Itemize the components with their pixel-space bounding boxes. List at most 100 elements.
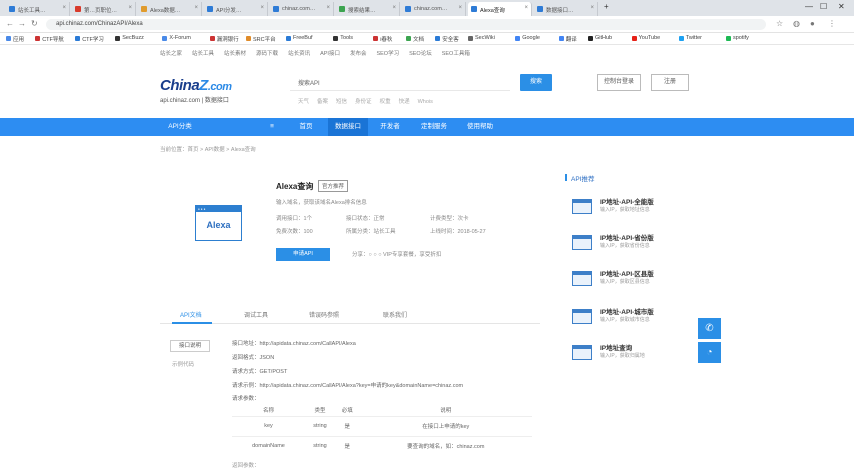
- tab-close-icon[interactable]: ×: [326, 5, 330, 11]
- site-logo[interactable]: ChinaZ.com api.chinaz.com | 数据接口: [160, 77, 232, 104]
- leftnav-interface-desc[interactable]: 接口说明: [170, 340, 210, 352]
- tab-close-icon[interactable]: ×: [524, 5, 528, 11]
- bookmark-item[interactable]: 文档: [406, 35, 424, 43]
- profile-icon[interactable]: ●: [810, 19, 815, 28]
- browser-tab[interactable]: Alexa查询 ×: [468, 2, 532, 16]
- tab-close-icon[interactable]: ×: [392, 5, 396, 11]
- back-icon[interactable]: ←: [6, 19, 14, 28]
- bookmark-item[interactable]: 漏洞银行: [209, 35, 239, 43]
- browser-tab[interactable]: 站长工具… ×: [6, 2, 70, 16]
- browser-tab[interactable]: 第…页职位… ×: [72, 2, 136, 16]
- nav-item[interactable]: 开发者: [372, 118, 408, 136]
- star-icon[interactable]: ☆: [776, 19, 783, 28]
- hot-keyword[interactable]: 快递: [399, 99, 410, 105]
- hot-keyword[interactable]: 天气: [298, 99, 309, 105]
- console-login-button[interactable]: 控制台登录: [597, 74, 641, 91]
- bookmark-item[interactable]: X-Forum: [162, 35, 191, 41]
- top-link[interactable]: 站长素材: [224, 51, 246, 57]
- recommend-item[interactable]: IP地址-API-城市版 输入IP，获取城市信息: [572, 306, 682, 330]
- bookmark-item[interactable]: Twitter: [678, 35, 702, 41]
- nav-item[interactable]: 定制服务: [412, 118, 456, 136]
- tab-close-icon[interactable]: ×: [260, 5, 264, 11]
- top-link[interactable]: 发布会: [350, 51, 367, 57]
- bookmark-item[interactable]: GitHub: [588, 35, 612, 41]
- browser-tab[interactable]: chinaz.com… ×: [270, 2, 334, 16]
- extension-icon[interactable]: ◍: [793, 19, 800, 28]
- maximize-icon[interactable]: ☐: [820, 2, 827, 11]
- detail-tab[interactable]: API文档: [180, 310, 202, 319]
- recommend-item[interactable]: IP地址-API-区县版 输入IP，获取区县信息: [572, 268, 682, 292]
- bookmark-item[interactable]: SRC平台: [246, 35, 276, 43]
- detail-tab[interactable]: 联系我们: [383, 310, 407, 319]
- menu-icon[interactable]: ⋮: [828, 19, 836, 28]
- close-window-icon[interactable]: ✕: [838, 2, 845, 11]
- bookmark-item[interactable]: 应用: [6, 35, 24, 43]
- bookmark-item[interactable]: 安全客: [435, 35, 459, 43]
- bookmark-item[interactable]: CTF学习: [75, 35, 104, 43]
- top-link[interactable]: API接口: [320, 51, 340, 57]
- breadcrumb: 当前位置：首页 > API数据 > Alexa查询: [160, 147, 256, 153]
- top-link[interactable]: 站长之家: [160, 51, 182, 57]
- browser-tab[interactable]: chinaz.com… ×: [402, 2, 466, 16]
- new-tab-icon[interactable]: +: [604, 2, 609, 11]
- bookmark-item[interactable]: YouTube: [631, 35, 660, 41]
- active-tab-indicator: [172, 322, 212, 324]
- top-link[interactable]: SEO工具箱: [442, 51, 470, 57]
- tab-close-icon[interactable]: ×: [194, 5, 198, 11]
- top-link[interactable]: 站长工具: [192, 51, 214, 57]
- detail-tab[interactable]: 调试工具: [244, 310, 268, 319]
- nav-item[interactable]: 首页: [290, 118, 322, 136]
- recommend-item[interactable]: IP地址查询 输入IP，获取归属地: [572, 342, 682, 366]
- bookmark-item[interactable]: FreeBuf: [286, 35, 313, 41]
- tab-favicon-icon: [141, 6, 147, 12]
- bookmark-item[interactable]: SecWiki: [468, 35, 495, 41]
- minimize-icon[interactable]: —: [805, 2, 813, 11]
- hot-keyword[interactable]: 短信: [336, 99, 347, 105]
- recommend-desc: 输入IP，获取省份信息: [600, 243, 650, 249]
- hot-keyword[interactable]: 权重: [380, 99, 391, 105]
- hot-keyword[interactable]: Whois: [418, 99, 433, 105]
- browser-tab[interactable]: API分发… ×: [204, 2, 268, 16]
- search-button[interactable]: 搜索: [520, 74, 552, 91]
- nav-item[interactable]: 数据接口: [328, 118, 368, 136]
- recommend-item[interactable]: IP地址-API-省份版 输入IP，获取省份信息: [572, 232, 682, 256]
- tab-close-icon[interactable]: ×: [590, 5, 594, 11]
- hot-keyword[interactable]: 备案: [317, 99, 328, 105]
- bookmark-item[interactable]: Google: [515, 35, 540, 41]
- search-input[interactable]: 搜索API: [290, 76, 510, 91]
- apply-api-button[interactable]: 申请API: [276, 248, 330, 261]
- bookmark-item[interactable]: i春秋: [373, 35, 392, 43]
- top-link[interactable]: 站长资讯: [288, 51, 310, 57]
- top-link[interactable]: SEO学习: [376, 51, 399, 57]
- bookmark-item[interactable]: 翻译: [558, 35, 577, 43]
- reload-icon[interactable]: ↻: [31, 19, 38, 28]
- nav-item[interactable]: 使用帮助: [458, 118, 502, 136]
- tab-close-icon[interactable]: ×: [128, 5, 132, 11]
- wechat-icon[interactable]: ◔: [698, 342, 721, 363]
- browser-tab[interactable]: Alexa数据… ×: [138, 2, 202, 16]
- tab-underline: [160, 323, 540, 324]
- forward-icon[interactable]: →: [18, 19, 26, 28]
- bookmark-item[interactable]: SecBuzz: [115, 35, 144, 41]
- bookmark-item[interactable]: spotify: [726, 35, 749, 41]
- detail-tab[interactable]: 错误码参照: [309, 310, 339, 319]
- api-thumb-icon: [572, 271, 592, 286]
- nav-item[interactable]: API分类: [160, 118, 200, 136]
- browser-tab[interactable]: 搜索结果… ×: [336, 2, 400, 16]
- top-link[interactable]: SEO论坛: [409, 51, 432, 57]
- hot-keyword[interactable]: 身份证: [355, 99, 372, 105]
- nav-item[interactable]: ≡: [262, 118, 282, 136]
- recommend-item[interactable]: IP地址-API-全能版 输入IP，获取地址信息: [572, 196, 682, 220]
- official-badge: 官方推荐: [318, 180, 349, 192]
- top-link[interactable]: 源码下载: [256, 51, 278, 57]
- tab-close-icon[interactable]: ×: [458, 5, 462, 11]
- bookmark-item[interactable]: CTF导航: [35, 35, 64, 43]
- bookmark-item[interactable]: Tools: [333, 35, 353, 41]
- recommend-desc: 输入IP，获取地址信息: [600, 207, 650, 213]
- tab-close-icon[interactable]: ×: [62, 5, 66, 11]
- browser-tab[interactable]: 数据接口… ×: [534, 2, 598, 16]
- phone-icon[interactable]: ✆: [698, 318, 721, 339]
- leftnav-sample-code[interactable]: 示例代码: [172, 360, 194, 368]
- register-button[interactable]: 注册: [651, 74, 689, 91]
- url-field[interactable]: api.chinaz.com/ChinazAPI/Alexa: [46, 19, 766, 30]
